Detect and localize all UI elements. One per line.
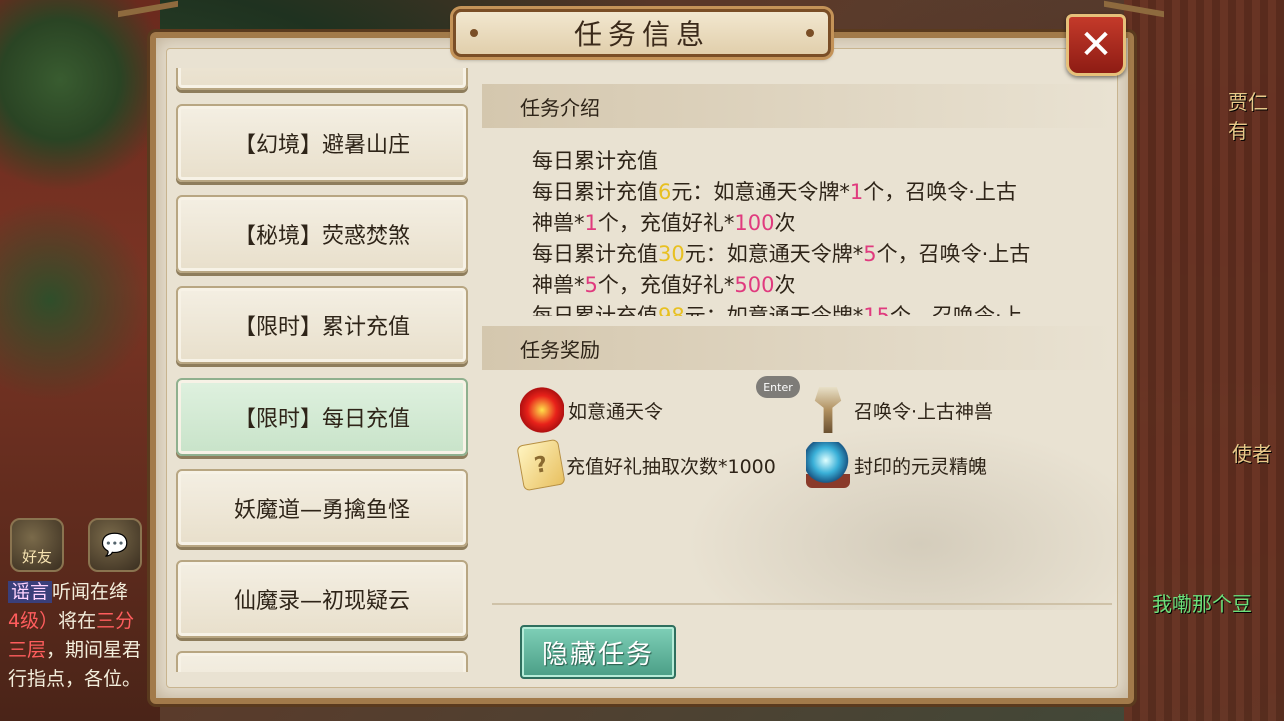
count: 1 (584, 211, 598, 235)
npc-name-top[interactable]: 贾仁有 (1228, 86, 1284, 144)
quest-item[interactable]: 仙魔录—初现疑云 (176, 560, 468, 638)
divider (492, 603, 1112, 605)
intro-header-label: 任务介绍 (520, 95, 600, 120)
chat-highlight: 三分 (96, 610, 135, 632)
chat-button[interactable]: 💬 (88, 518, 142, 572)
amount: 6 (658, 180, 672, 204)
intro-text[interactable]: 每日累计充值 每日累计充值6元：如意通天令牌*1个，召唤令·上古 神兽*1个，充… (532, 146, 1092, 316)
intro-header: 任务介绍 (482, 84, 1116, 128)
reward-item[interactable]: ? 充值好礼抽取次数*1000 (516, 438, 776, 492)
quest-list[interactable]: 【幻境】避暑山庄 【秘境】荧惑焚煞 【限时】累计充值 【限时】每日充值 妖魔道—… (170, 68, 474, 672)
close-icon: ✕ (1079, 22, 1113, 68)
amount: 30 (658, 242, 685, 266)
intro-title: 每日累计充值 (532, 149, 658, 173)
reward-name: 如意通天令 (568, 400, 664, 423)
player-name[interactable]: 我嘞那个豆 (1152, 588, 1252, 617)
close-button[interactable]: ✕ (1066, 14, 1126, 76)
count: 1 (849, 180, 864, 204)
hide-quest-button[interactable]: 隐藏任务 (520, 625, 676, 679)
quest-item[interactable]: 【限时】累计充值 (176, 286, 468, 364)
quest-item-selected[interactable]: 【限时】每日充值 (176, 378, 468, 456)
quest-item-label: 【限时】每日充值 (233, 407, 410, 432)
reward-item[interactable]: 召唤令·上古神兽 (806, 387, 993, 433)
chat-tag: 谣言 (8, 581, 53, 603)
chat-line: 将在 (58, 610, 97, 632)
orb-icon (806, 442, 850, 488)
count: 15 (863, 304, 890, 316)
quest-item[interactable] (176, 68, 468, 90)
quest-item-label: 妖魔道—勇擒鱼怪 (233, 498, 410, 523)
reward-name: 召唤令·上古神兽 (854, 400, 994, 423)
friend-label: 好友 (21, 547, 52, 566)
chat-line: ，期间星君 (46, 639, 142, 661)
title-plate: 任务信息 (453, 9, 831, 57)
title-ornament-icon (470, 29, 478, 37)
friend-button[interactable]: 好友 (10, 518, 64, 572)
npc-name-mid[interactable]: 使者 (1232, 438, 1272, 467)
chat-level: 4级） (8, 610, 59, 632)
reward-name: 封印的元灵精魄 (854, 455, 988, 478)
reward-item[interactable]: 如意通天令 (520, 387, 663, 433)
quest-item-label: 【秘境】荧惑焚煞 (233, 224, 410, 249)
count: 500 (734, 273, 775, 297)
token-icon (520, 387, 564, 433)
chat-bubble-icon: 💬 (101, 532, 129, 558)
quest-item[interactable]: 妖魔道—勇擒鱼怪 (176, 469, 468, 547)
reward-item[interactable]: 封印的元灵精魄 (806, 442, 987, 488)
reward-header: 任务奖励 (482, 326, 1116, 370)
chat-line: 行指点，各位。 (8, 668, 142, 690)
window-title: 任务信息 (573, 18, 710, 51)
ticket-icon: ? (516, 438, 566, 492)
count: 5 (584, 273, 598, 297)
count: 5 (863, 242, 877, 266)
chat-highlight: 三层 (8, 639, 47, 661)
reward-name: 充值好礼抽取次数*1000 (566, 455, 776, 478)
quest-item-label: 仙魔录—初现疑云 (233, 589, 410, 614)
quest-item-label: 【限时】累计充值 (233, 315, 410, 340)
quest-item[interactable] (176, 651, 468, 672)
reward-header-label: 任务奖励 (520, 337, 600, 362)
quest-item[interactable]: 【幻境】避暑山庄 (176, 104, 468, 182)
chat-log[interactable]: 谣言 听闻在绛 4级）将在三分 三层，期间星君 行指点，各位。 (8, 578, 158, 694)
quest-item-label: 【幻境】避暑山庄 (233, 133, 410, 158)
summon-icon (814, 387, 842, 433)
chat-line: 听闻在绛 (52, 581, 129, 603)
count: 100 (734, 211, 775, 235)
amount: 98 (658, 304, 685, 316)
title-ornament-icon (806, 29, 814, 37)
quest-item[interactable]: 【秘境】荧惑焚煞 (176, 195, 468, 273)
enter-tooltip: Enter (756, 376, 800, 398)
